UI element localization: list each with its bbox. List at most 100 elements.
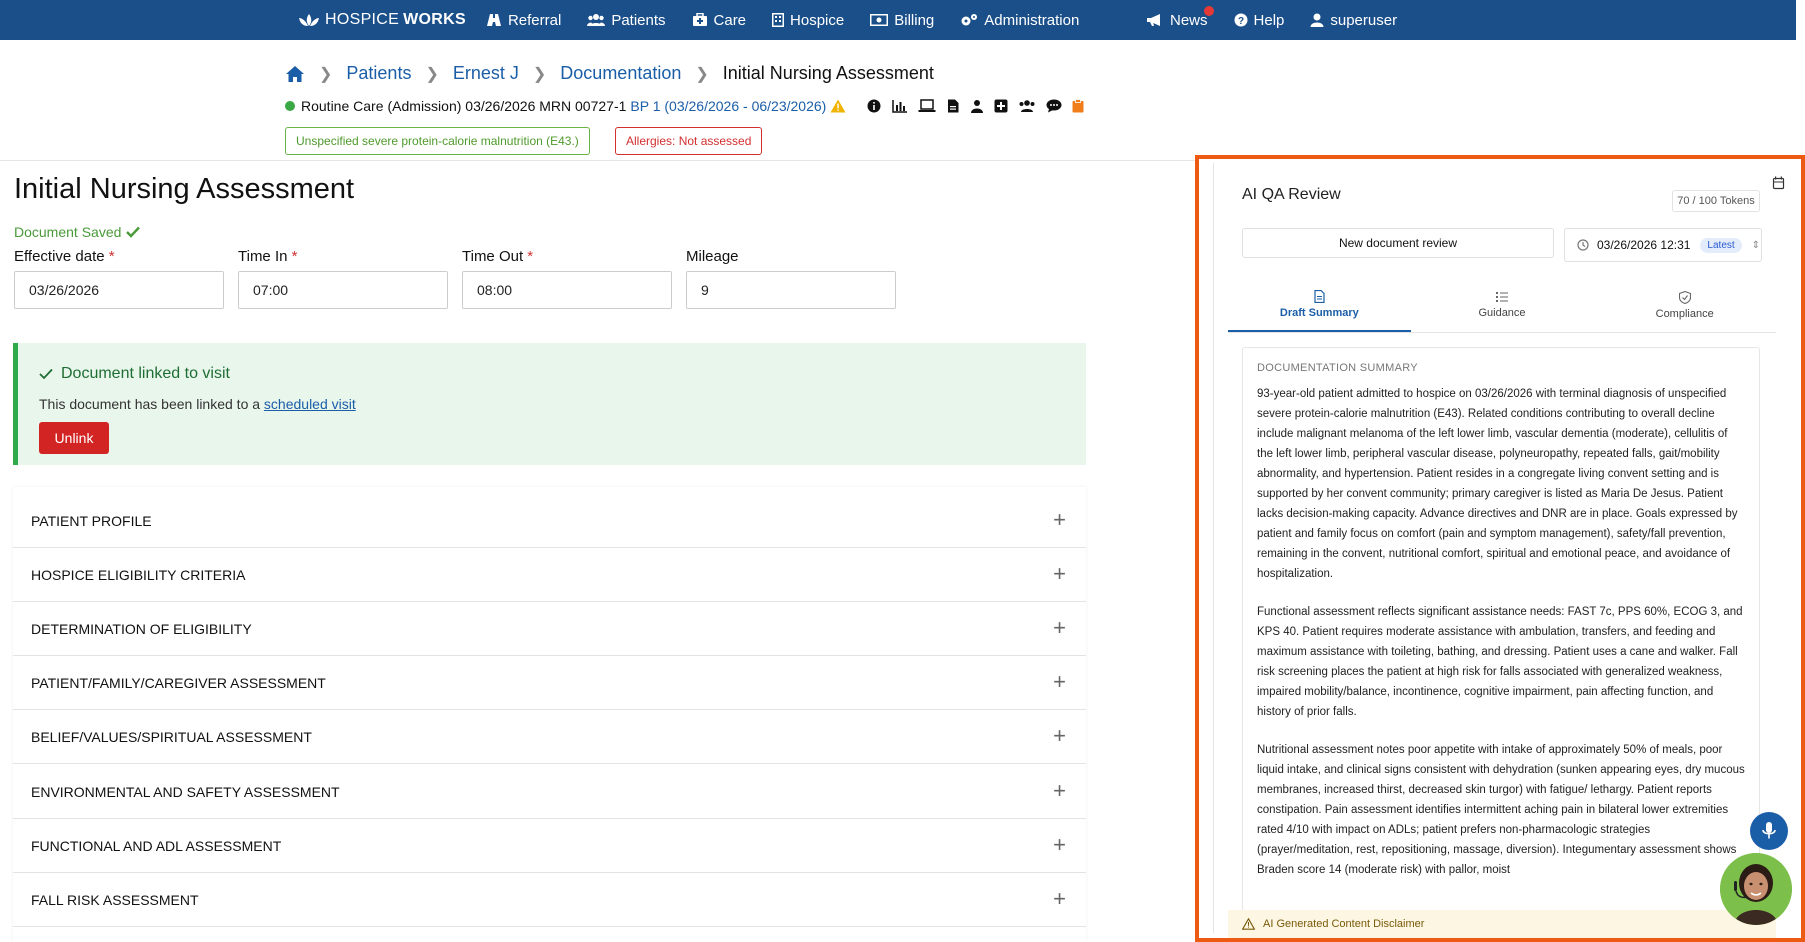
users-icon xyxy=(587,14,606,26)
nav-billing[interactable]: Billing xyxy=(870,12,934,29)
section-label: HOSPICE ELIGIBILITY CRITERIA xyxy=(31,566,246,583)
home-icon[interactable] xyxy=(285,65,305,83)
plus-icon: + xyxy=(1053,561,1066,586)
mileage-input[interactable]: 9 xyxy=(686,271,896,309)
nav-right: News ? Help superuser xyxy=(1146,0,1423,40)
section-environmental-safety[interactable]: ENVIRONMENTAL AND SAFETY ASSESSMENT + xyxy=(13,765,1086,819)
unlink-button[interactable]: Unlink xyxy=(39,422,109,454)
panel-toggle-icon[interactable] xyxy=(1772,176,1786,190)
care-level: Routine Care xyxy=(301,98,384,114)
assistant-avatar[interactable] xyxy=(1720,853,1792,925)
linked-visit-desc-text: This document has been linked to a xyxy=(39,396,261,412)
nav-care[interactable]: Care xyxy=(692,11,747,29)
section-hospice-eligibility[interactable]: HOSPICE ELIGIBILITY CRITERIA + xyxy=(13,548,1086,602)
nav-help[interactable]: ? Help xyxy=(1234,11,1285,29)
chevron-right-icon: ❯ xyxy=(319,65,333,83)
tab-draft-summary-label: Draft Summary xyxy=(1279,306,1359,319)
clipboard-icon[interactable] xyxy=(1072,99,1084,113)
ai-qa-review-content: AI QA Review 70 / 100 Tokens New documen… xyxy=(1213,163,1776,938)
file-icon[interactable] xyxy=(946,99,960,113)
scheduled-visit-link[interactable]: scheduled visit xyxy=(264,396,356,412)
summary-paragraph: Functional assessment reflects significa… xyxy=(1257,606,1743,718)
laptop-icon[interactable] xyxy=(918,99,936,113)
latest-badge: Latest xyxy=(1700,237,1742,253)
nav-user[interactable]: superuser xyxy=(1310,12,1397,29)
tab-compliance-label: Compliance xyxy=(1655,307,1714,320)
plus-icon: + xyxy=(1053,832,1066,857)
benefit-period-link[interactable]: BP 1 (03/26/2026 - 06/23/2026) xyxy=(630,98,826,114)
section-patient-profile[interactable]: PATIENT PROFILE + xyxy=(13,494,1086,548)
effective-date-input[interactable]: 03/26/2026 xyxy=(14,271,224,309)
list-icon xyxy=(1496,292,1508,302)
new-document-review-button[interactable]: New document review xyxy=(1242,228,1554,258)
linked-visit-desc: This document has been linked to a sched… xyxy=(39,396,356,412)
time-in-input[interactable]: 07:00 xyxy=(238,271,448,309)
info-circle-icon[interactable] xyxy=(866,99,882,113)
summary-header: DOCUMENTATION SUMMARY xyxy=(1257,362,1418,374)
patient-actions xyxy=(854,99,1084,113)
brand-name: HOSPICE xyxy=(325,11,400,28)
chevron-right-icon: ❯ xyxy=(695,65,709,83)
review-version-select[interactable]: 03/26/2026 12:31 Latest ⇕ xyxy=(1564,228,1762,262)
nav-main: HOSPICE WORKS Referral Patients Care Hosp… xyxy=(297,0,1105,40)
time-in-label: Time In * xyxy=(238,248,298,265)
nav-administration[interactable]: Administration xyxy=(960,12,1079,29)
gears-icon xyxy=(961,14,978,26)
ai-qa-title: AI QA Review xyxy=(1242,186,1341,203)
diagnosis-badge: Unspecified severe protein-calorie malnu… xyxy=(285,127,590,155)
ai-disclaimer[interactable]: AI Generated Content Disclaimer xyxy=(1228,910,1776,938)
plus-icon: + xyxy=(1053,669,1066,694)
nav-referral[interactable]: Referral xyxy=(486,12,561,29)
nav-help-label: Help xyxy=(1253,11,1285,29)
breadcrumb-documentation[interactable]: Documentation xyxy=(560,63,681,84)
breadcrumb-patients[interactable]: Patients xyxy=(346,63,411,84)
comment-icon[interactable] xyxy=(1046,99,1062,113)
chevron-updown-icon: ⇕ xyxy=(1751,239,1761,251)
check-icon xyxy=(39,368,53,380)
time-in-field: Time In * 07:00 xyxy=(238,248,448,309)
section-label: FUNCTIONAL AND ADL ASSESSMENT xyxy=(31,837,282,854)
brand-logo[interactable]: HOSPICE WORKS xyxy=(297,11,466,29)
bar-chart-icon[interactable] xyxy=(892,99,908,113)
nav-user-label: superuser xyxy=(1330,11,1398,29)
team-icon[interactable] xyxy=(1018,99,1036,113)
nav-care-label: Care xyxy=(713,11,747,29)
tab-draft-summary[interactable]: Draft Summary xyxy=(1228,278,1411,332)
chevron-right-icon: ❯ xyxy=(425,65,439,83)
section-functional-adl[interactable]: FUNCTIONAL AND ADL ASSESSMENT + xyxy=(13,819,1086,873)
breadcrumb-patient-name[interactable]: Ernest J xyxy=(453,63,519,84)
section-determination-eligibility[interactable]: DETERMINATION OF ELIGIBILITY + xyxy=(13,602,1086,656)
time-out-input[interactable]: 08:00 xyxy=(462,271,672,309)
summary-paragraph: Nutritional assessment notes poor appeti… xyxy=(1257,744,1745,876)
plus-square-icon[interactable] xyxy=(994,99,1008,113)
section-label: ENVIRONMENTAL AND SAFETY ASSESSMENT xyxy=(31,783,340,800)
tab-guidance[interactable]: Guidance xyxy=(1411,278,1594,332)
tab-compliance[interactable]: Compliance xyxy=(1593,278,1776,332)
warning-icon[interactable] xyxy=(830,99,846,113)
svg-text:?: ? xyxy=(1237,16,1243,27)
nav-referral-label: Referral xyxy=(507,11,562,29)
building-icon xyxy=(772,13,785,27)
warning-triangle-icon xyxy=(1242,918,1255,930)
save-status: Document Saved xyxy=(14,224,141,240)
section-fall-risk[interactable]: FALL RISK ASSESSMENT + xyxy=(13,873,1086,927)
section-label: BELIEF/VALUES/SPIRITUAL ASSESSMENT xyxy=(31,728,312,745)
money-icon xyxy=(870,14,889,26)
mileage-field: Mileage 9 xyxy=(686,248,896,309)
nav-news[interactable]: News xyxy=(1146,5,1214,29)
voice-dictation-button[interactable] xyxy=(1750,812,1788,850)
user-md-icon[interactable] xyxy=(970,99,984,113)
plus-icon: + xyxy=(1053,615,1066,640)
nav-patients[interactable]: Patients xyxy=(587,12,666,29)
section-spiritual-assessment[interactable]: BELIEF/VALUES/SPIRITUAL ASSESSMENT + xyxy=(13,710,1086,764)
nav-administration-label: Administration xyxy=(984,11,1080,29)
tab-guidance-label: Guidance xyxy=(1478,307,1526,319)
bullhorn-icon xyxy=(1147,14,1160,26)
section-caregiver-assessment[interactable]: PATIENT/FAMILY/CAREGIVER ASSESSMENT + xyxy=(13,656,1086,710)
patient-info-bar: Routine Care (Admission) 03/26/2026 MRN … xyxy=(285,98,1084,114)
allergies-badge: Allergies: Not assessed xyxy=(615,127,763,155)
question-circle-icon: ? xyxy=(1234,13,1248,27)
nav-hospice[interactable]: Hospice xyxy=(772,12,844,29)
assistant-face-icon xyxy=(1720,853,1792,925)
nav-news-label: News xyxy=(1170,11,1208,29)
